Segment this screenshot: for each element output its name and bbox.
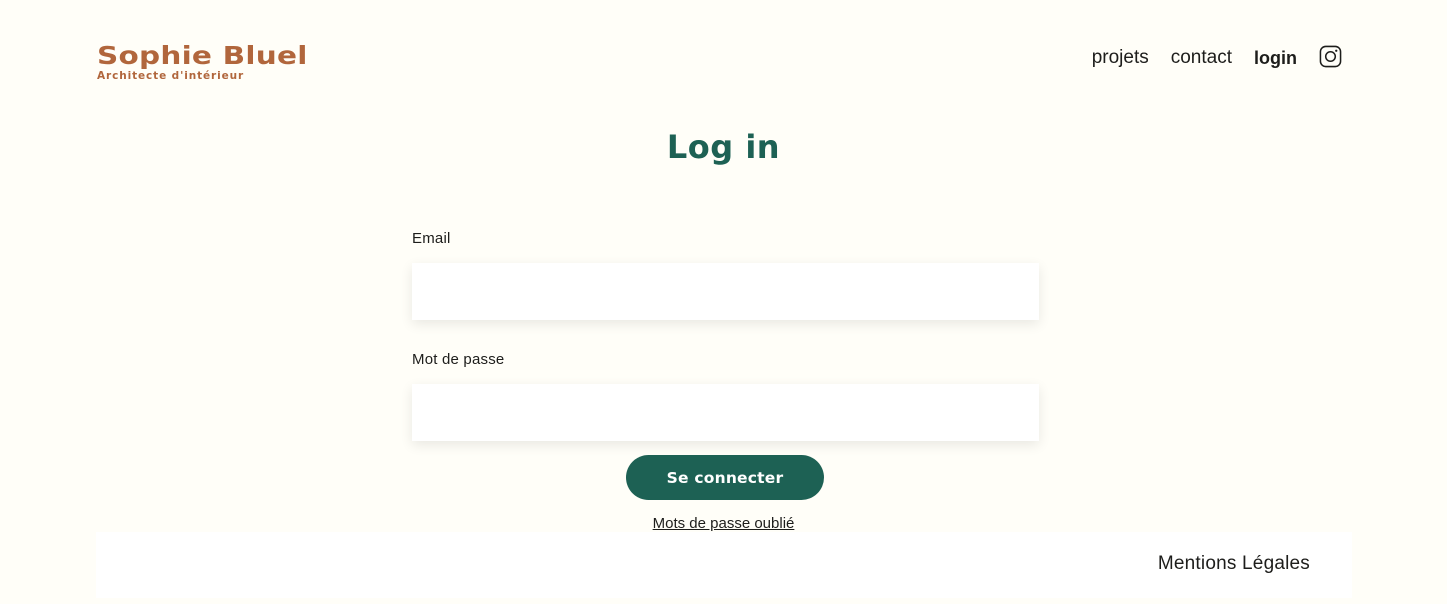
page-title: Log in bbox=[666, 128, 781, 166]
nav-login-link[interactable]: login bbox=[1254, 44, 1297, 72]
main-nav: projets contact login bbox=[1070, 44, 1342, 72]
site-footer: Mentions Légales bbox=[96, 532, 1352, 598]
email-field[interactable] bbox=[412, 263, 1039, 320]
logo[interactable]: Sophie Bluel Architecte d'intérieur bbox=[97, 42, 307, 83]
forgot-password-link[interactable]: Mots de passe oublié bbox=[653, 515, 795, 532]
instagram-icon[interactable] bbox=[1319, 45, 1342, 68]
login-form: Email Mot de passe bbox=[412, 229, 1039, 441]
email-label: Email bbox=[412, 230, 451, 247]
password-label: Mot de passe bbox=[412, 351, 505, 368]
login-submit-button[interactable]: Se connecter bbox=[626, 455, 824, 500]
logo-subtitle: Architecte d'intérieur bbox=[97, 70, 245, 82]
nav-projects-link[interactable]: projets bbox=[1092, 44, 1149, 72]
logo-title: Sophie Bluel bbox=[97, 41, 308, 70]
forgot-password: Mots de passe oublié bbox=[0, 515, 1447, 532]
password-field[interactable] bbox=[412, 384, 1039, 441]
legal-notice-link[interactable]: Mentions Légales bbox=[1158, 553, 1310, 575]
nav-contact-link[interactable]: contact bbox=[1171, 44, 1232, 72]
